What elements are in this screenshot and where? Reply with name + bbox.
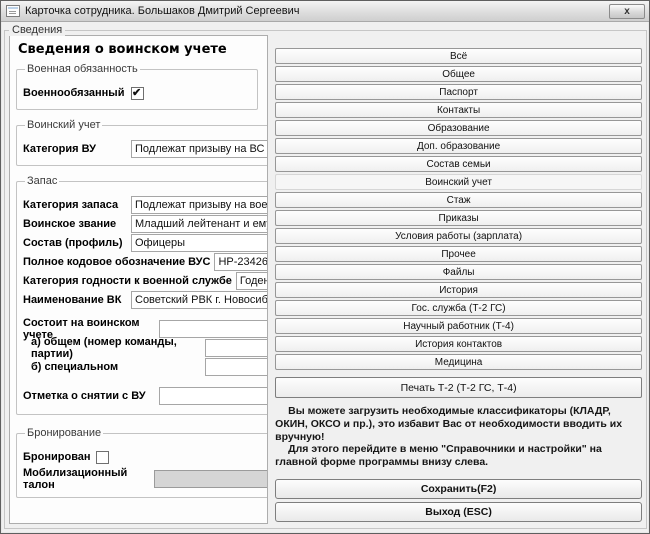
group-reserve-label: Запас	[25, 175, 59, 187]
sidebar-item-obshchee[interactable]: Общее	[275, 66, 642, 82]
reserved-checkbox[interactable]	[96, 451, 109, 464]
window-icon	[6, 5, 20, 17]
classifiers-note-paragraph-2: Для этого перейдите в меню "Справочники …	[275, 443, 642, 469]
page-title: Сведения о воинском учете	[18, 42, 258, 57]
chevron-down-icon	[267, 147, 268, 151]
sidebar-item-obrazovanie[interactable]: Образование	[275, 120, 642, 136]
mobilization-ticket-input	[154, 470, 268, 488]
general-record-input[interactable]	[205, 339, 268, 357]
sidebar-item-prikazy[interactable]: Приказы	[275, 210, 642, 226]
reserved-label: Бронирован	[23, 451, 96, 463]
group-military-registration-label: Воинский учет	[25, 119, 102, 131]
classifiers-note: Вы можете загрузить необходимые классифи…	[275, 405, 642, 469]
vu-category-dropdown[interactable]: Подлежат призыву на ВС	[131, 140, 268, 158]
vk-name-label: Наименование ВК	[23, 294, 131, 306]
svedeniya-group-label: Сведения	[9, 24, 65, 36]
removal-mark-input[interactable]	[159, 387, 268, 405]
group-military-duty: Военная обязанность Военнообязанный	[16, 63, 258, 110]
exit-button[interactable]: Выход (ESC)	[275, 502, 642, 522]
sidebar-item-istoriya-kontaktov[interactable]: История контактов	[275, 336, 642, 352]
special-record-label: б) специальном	[23, 361, 205, 373]
removal-mark-label: Отметка о снятии с ВУ	[23, 390, 159, 402]
save-button[interactable]: Сохранить(F2)	[275, 479, 642, 499]
military-record-panel: Сведения о воинском учете Военная обязан…	[9, 35, 268, 524]
group-military-duty-label: Военная обязанность	[25, 63, 140, 75]
print-t2-button[interactable]: Печать Т-2 (Т-2 ГС, Т-4)	[275, 377, 642, 398]
sidebar: Всё Общее Паспорт Контакты Образование Д…	[274, 35, 643, 524]
sidebar-item-stazh[interactable]: Стаж	[275, 192, 642, 208]
mobilization-ticket-label: Мобилизационный талон	[23, 467, 154, 491]
svedeniya-group: Сведения Сведения о воинском учете Военн…	[4, 30, 647, 529]
sidebar-item-kontakty[interactable]: Контакты	[275, 102, 642, 118]
vus-code-input[interactable]	[214, 253, 268, 271]
liable-label: Военнообязанный	[23, 87, 131, 99]
vu-category-label: Категория ВУ	[23, 143, 131, 155]
close-button[interactable]: x	[609, 4, 645, 19]
composition-label: Состав (профиль)	[23, 237, 131, 249]
sidebar-item-pasport[interactable]: Паспорт	[275, 84, 642, 100]
reserve-category-label: Категория запаса	[23, 199, 131, 211]
liable-checkbox[interactable]	[131, 87, 144, 100]
classifiers-note-paragraph-1: Вы можете загрузить необходимые классифи…	[275, 405, 642, 443]
group-reserve: Запас Категория запаса Подлежат призыву …	[16, 175, 268, 415]
group-military-registration: Воинский учет Категория ВУ Подлежат приз…	[16, 119, 268, 166]
sidebar-item-istoriya[interactable]: История	[275, 282, 642, 298]
group-reservation-label: Бронирование	[25, 427, 103, 439]
fitness-category-label: Категория годности к военной службе	[23, 275, 236, 287]
vk-name-dropdown[interactable]: Советский РВК г. Новосибирска	[131, 291, 268, 309]
rank-dropdown[interactable]: Младший лейтенант и ему равные	[131, 215, 268, 233]
sidebar-item-nauchny-rabotnik[interactable]: Научный работник (Т-4)	[275, 318, 642, 334]
sidebar-item-usloviya-raboty[interactable]: Условия работы (зарплата)	[275, 228, 642, 244]
sidebar-item-prochee[interactable]: Прочее	[275, 246, 642, 262]
group-reservation: Бронирование Бронирован Мобилизационный …	[16, 427, 268, 498]
sidebar-item-sostav-semyi[interactable]: Состав семьи	[275, 156, 642, 172]
sidebar-item-voinskiy-uchet[interactable]: Воинский учет	[275, 174, 642, 190]
sidebar-item-meditsina[interactable]: Медицина	[275, 354, 642, 370]
composition-dropdown[interactable]: Офицеры	[131, 234, 268, 252]
sidebar-item-vsyo[interactable]: Всё	[275, 48, 642, 64]
employee-card-window: Карточка сотрудника. Большаков Дмитрий С…	[0, 0, 650, 534]
window-title: Карточка сотрудника. Большаков Дмитрий С…	[25, 5, 299, 17]
fitness-category-dropdown[interactable]: Годен	[236, 272, 268, 290]
sidebar-item-fayly[interactable]: Файлы	[275, 264, 642, 280]
vus-code-label: Полное кодовое обозначение ВУС	[23, 256, 214, 268]
reserve-category-dropdown[interactable]: Подлежат призыву на военную службу	[131, 196, 268, 214]
titlebar[interactable]: Карточка сотрудника. Большаков Дмитрий С…	[1, 1, 649, 22]
special-record-input[interactable]	[205, 358, 268, 376]
sidebar-item-dop-obrazovanie[interactable]: Доп. образование	[275, 138, 642, 154]
rank-label: Воинское звание	[23, 218, 131, 230]
sidebar-item-gos-sluzhba[interactable]: Гос. служба (Т-2 ГС)	[275, 300, 642, 316]
general-record-label: а) общем (номер команды, партии)	[23, 336, 205, 360]
